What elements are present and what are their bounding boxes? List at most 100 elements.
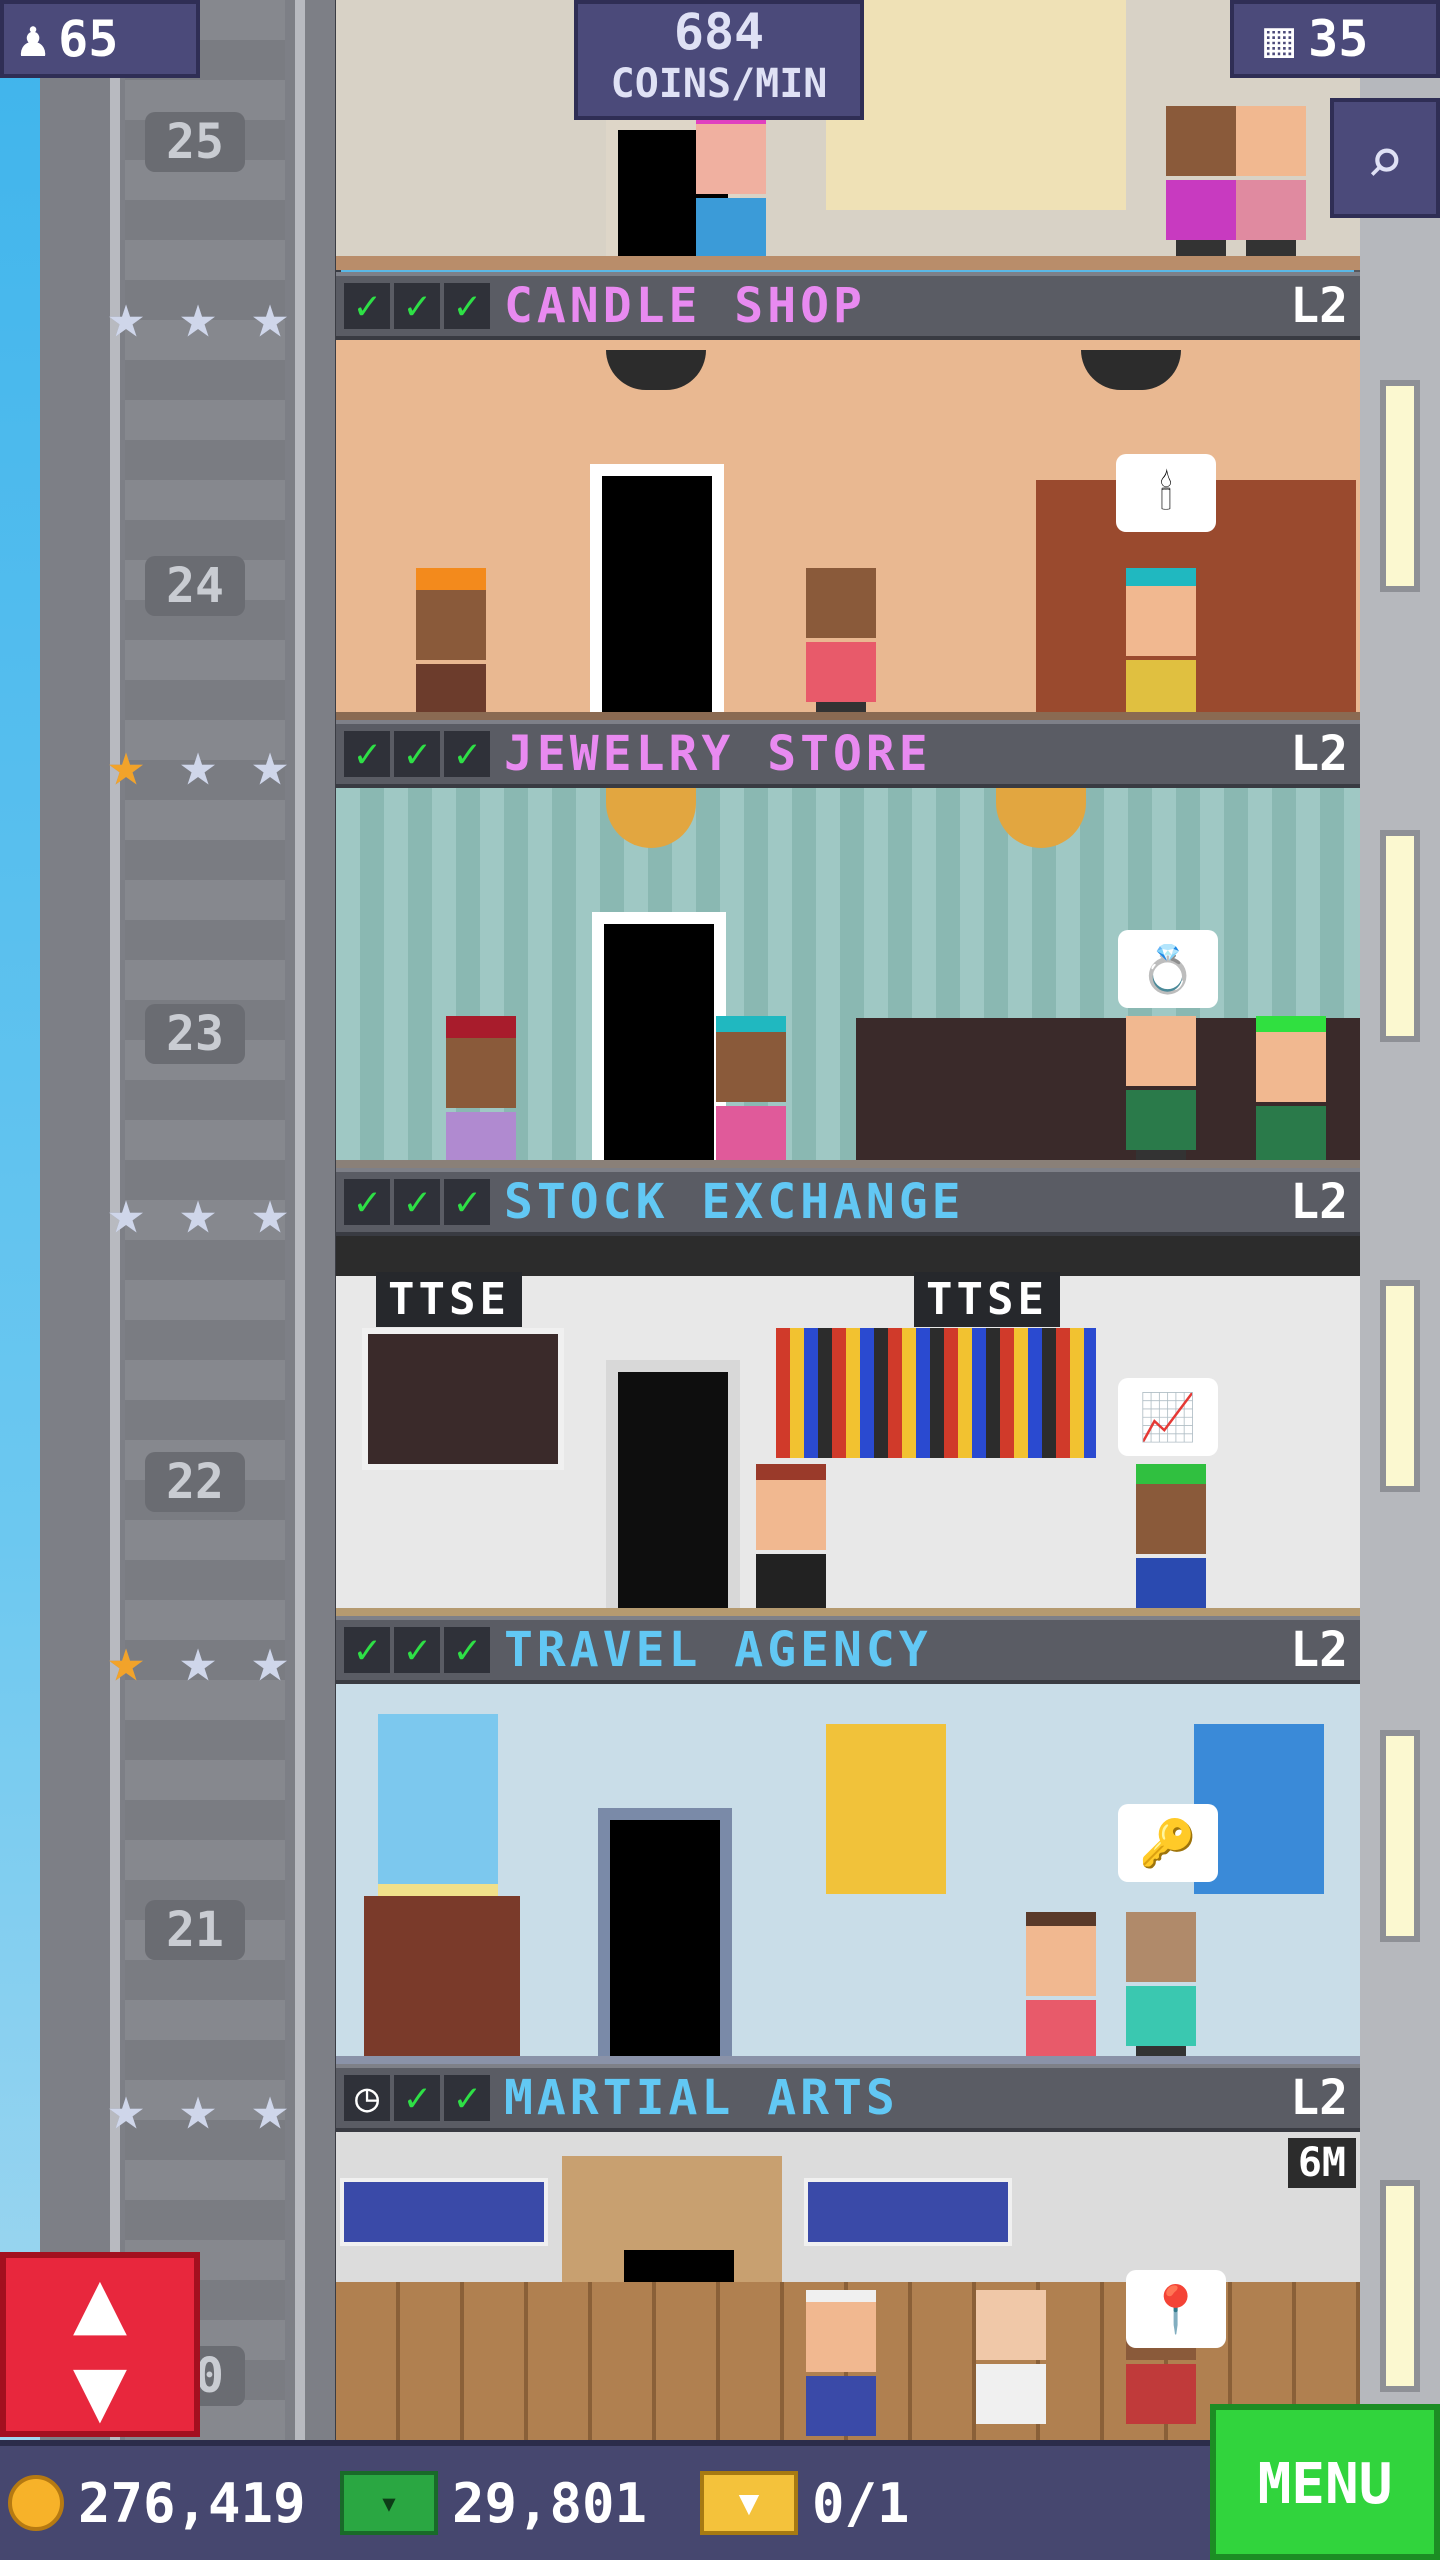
- resident-speech-bubble[interactable]: 📈: [1118, 1378, 1218, 1456]
- floor-20-martial-arts[interactable]: ◷ ✓ ✓ MARTIAL ARTS L2 6M 📍: [336, 2064, 1360, 2440]
- magnifier-icon: ⌕: [1365, 125, 1405, 199]
- tower-resident[interactable]: [976, 2290, 1046, 2440]
- right-stairwell: [1354, 0, 1440, 2440]
- coins-value: 276,419: [78, 2471, 306, 2535]
- floor-name: CANDLE SHOP: [504, 278, 866, 334]
- floor-rating-stars: ★ ★ ★: [95, 733, 301, 795]
- floor-header[interactable]: ✓ ✓ ✓ STOCK EXCHANGE L2: [336, 1168, 1360, 1236]
- check-icon: ✓: [444, 1179, 490, 1225]
- ceiling-trim: [336, 1236, 1360, 1276]
- room-door: [598, 1808, 732, 2070]
- tower-resident[interactable]: [1166, 106, 1236, 256]
- star-icon: ★: [251, 1175, 289, 1248]
- population-value: 65: [58, 10, 119, 68]
- check-icon: ✓: [394, 283, 440, 329]
- floor-name: STOCK EXCHANGE: [504, 1174, 965, 1230]
- floor-number-24: 24: [145, 556, 245, 616]
- star-icon: ★: [107, 279, 145, 352]
- arrow-up-icon: ▲: [72, 2249, 128, 2354]
- check-icon: ✓: [444, 1627, 490, 1673]
- wall-lamp: [1380, 1280, 1420, 1492]
- population-counter[interactable]: ♟ 65: [0, 0, 200, 78]
- floor-rating-stars: ★ ★ ★: [95, 1629, 301, 1691]
- tower-resident[interactable]: [1256, 1016, 1326, 1174]
- banner: [340, 2178, 548, 2246]
- tower-resident[interactable]: [446, 1016, 516, 1174]
- resident-speech-bubble[interactable]: 🔑: [1118, 1804, 1218, 1882]
- wall-lamp: [1380, 2180, 1420, 2392]
- tower-resident[interactable]: [1126, 1912, 1196, 2062]
- floor-rating-stars: ★ ★ ★: [95, 1181, 301, 1243]
- floor-header[interactable]: ◷ ✓ ✓ MARTIAL ARTS L2: [336, 2064, 1360, 2132]
- star-icon: ★: [179, 1623, 217, 1696]
- tower-resident[interactable]: [1136, 1464, 1206, 1622]
- floor-header[interactable]: ✓ ✓ ✓ JEWELRY STORE L2: [336, 720, 1360, 788]
- tickets-counter[interactable]: ▼ 0/1: [700, 2446, 910, 2560]
- gold-star-icon: ★: [107, 727, 145, 800]
- tower-resident[interactable]: [806, 568, 876, 718]
- wall-lamp: [1380, 830, 1420, 1042]
- tower-resident[interactable]: [1126, 1016, 1196, 1166]
- star-icon: ★: [251, 2071, 289, 2144]
- tower-resident[interactable]: [1026, 1912, 1096, 2070]
- exchange-sign: TTSE: [914, 1272, 1060, 1327]
- star-icon: ★: [251, 727, 289, 800]
- floor-room[interactable]: 🔑: [336, 1684, 1360, 2070]
- ceiling-lamp: [606, 350, 706, 390]
- coins-counter[interactable]: 276,419: [8, 2446, 306, 2560]
- brochure-rack: [364, 1896, 520, 2060]
- floor-counter[interactable]: ▦ 35: [1230, 0, 1440, 78]
- tower-resident[interactable]: [696, 106, 766, 270]
- ceiling-lamp: [1081, 350, 1181, 390]
- stock-status: ✓ ✓ ✓: [344, 283, 490, 329]
- menu-button[interactable]: MENU: [1210, 2404, 1440, 2560]
- floor-24-candle-shop[interactable]: ✓ ✓ ✓ CANDLE SHOP L2 🕯: [336, 272, 1360, 726]
- elevator-button[interactable]: ▲ ▼: [0, 2252, 200, 2437]
- floor-number-22: 22: [145, 1452, 245, 1512]
- tower-resident[interactable]: [1126, 568, 1196, 726]
- tower-resident[interactable]: [716, 1016, 786, 1174]
- check-icon: ✓: [344, 1179, 390, 1225]
- floor-level: L2: [1290, 278, 1348, 334]
- floor-22-stock-exchange[interactable]: ✓ ✓ ✓ STOCK EXCHANGE L2 TTSE TTSE 📈: [336, 1168, 1360, 1622]
- star-icon: ★: [179, 1175, 217, 1248]
- search-button[interactable]: ⌕: [1330, 98, 1440, 218]
- check-icon: ✓: [394, 731, 440, 777]
- stock-status: ◷ ✓ ✓: [344, 2075, 490, 2121]
- resident-speech-bubble[interactable]: 🕯: [1116, 454, 1216, 532]
- star-icon: ★: [107, 2071, 145, 2144]
- floor-header[interactable]: ✓ ✓ ✓ CANDLE SHOP L2: [336, 272, 1360, 340]
- tower-resident[interactable]: [806, 2290, 876, 2440]
- star-icon: ★: [179, 279, 217, 352]
- floor-room[interactable]: 💍: [336, 788, 1360, 1174]
- bux-counter[interactable]: ▾ 29,801: [340, 2446, 647, 2560]
- floor-room[interactable]: 6M 📍: [336, 2132, 1360, 2440]
- chandelier: [996, 788, 1086, 848]
- sky-background: [0, 0, 40, 2560]
- wall-lamp: [1380, 1730, 1420, 1942]
- floor-room[interactable]: TTSE TTSE 📈: [336, 1236, 1360, 1622]
- floor-room[interactable]: 🕯: [336, 340, 1360, 726]
- floor-rating-stars: ★ ★ ★: [95, 2077, 301, 2139]
- resident-speech-bubble[interactable]: 📍: [1126, 2270, 1226, 2348]
- floor-21-travel-agency[interactable]: ✓ ✓ ✓ TRAVEL AGENCY L2 🔑: [336, 1616, 1360, 2070]
- floor-header[interactable]: ✓ ✓ ✓ TRAVEL AGENCY L2: [336, 1616, 1360, 1684]
- bux-value: 29,801: [452, 2471, 648, 2535]
- tower-resident[interactable]: [416, 568, 486, 726]
- coins-per-min-value: 684: [673, 3, 765, 61]
- chandelier: [606, 788, 696, 848]
- floor-level: L2: [1290, 1174, 1348, 1230]
- tower-resident[interactable]: [1236, 106, 1306, 256]
- floor-number-25: 25: [145, 112, 245, 172]
- resident-speech-bubble[interactable]: 💍: [1118, 930, 1218, 1008]
- building-icon: ▦: [1264, 10, 1295, 68]
- bux-icon: ▾: [340, 2471, 438, 2535]
- ticker-board: [776, 1328, 1096, 1458]
- floor-name: TRAVEL AGENCY: [504, 1622, 932, 1678]
- check-icon: ✓: [344, 1627, 390, 1673]
- check-icon: ✓: [394, 2075, 440, 2121]
- arrow-down-icon: ▼: [72, 2337, 128, 2442]
- tower-resident[interactable]: [756, 1464, 826, 1622]
- floor-23-jewelry-store[interactable]: ✓ ✓ ✓ JEWELRY STORE L2 💍: [336, 720, 1360, 1174]
- floor-boards: [336, 256, 1360, 270]
